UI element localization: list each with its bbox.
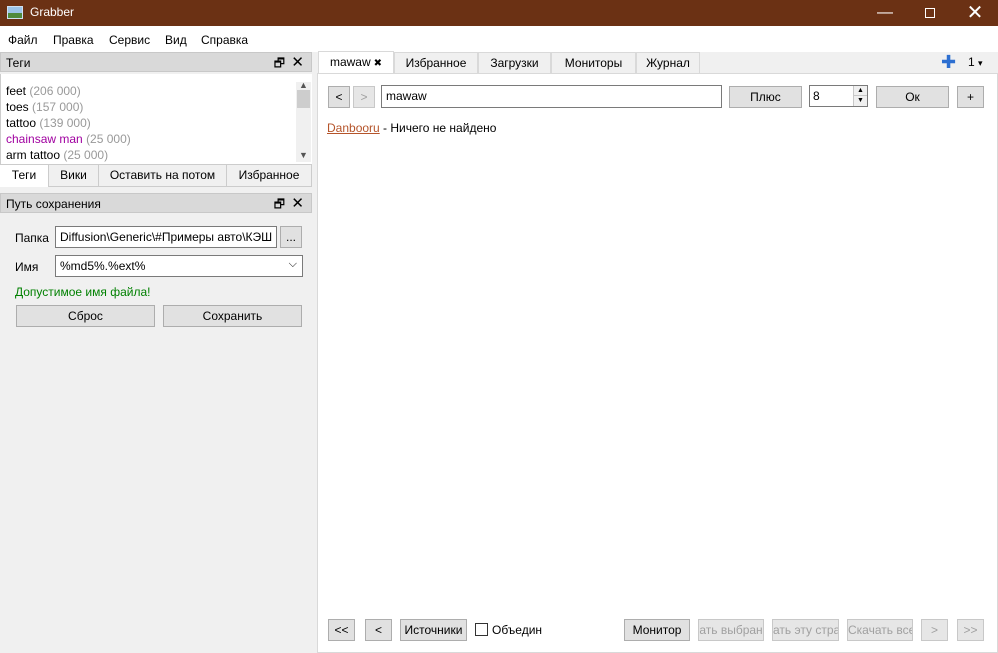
scroll-up-icon[interactable]: ▲ <box>299 80 308 90</box>
browse-button[interactable]: ... <box>280 226 302 248</box>
menu-file[interactable]: Файл <box>8 33 38 47</box>
merge-label: Объедин <box>492 623 543 637</box>
last-page-button[interactable]: >> <box>957 619 984 641</box>
tab-log[interactable]: Журнал <box>636 52 700 74</box>
save-panel-title: Путь сохранения <box>6 197 101 211</box>
plus-button[interactable]: Плюс <box>729 86 802 108</box>
per-page-value: 8 <box>813 89 820 103</box>
tag-item[interactable]: chainsaw man (25 000) <box>6 132 131 146</box>
tab-later[interactable]: Оставить на потом <box>99 165 227 187</box>
menu-help[interactable]: Справка <box>201 33 248 47</box>
window-title: Grabber <box>30 5 75 19</box>
history-forward-button[interactable]: > <box>353 86 375 108</box>
app-icon <box>7 6 23 19</box>
search-results-area <box>317 73 998 653</box>
tag-name[interactable]: chainsaw man <box>6 132 83 146</box>
close-icon[interactable]: ✕ <box>291 53 304 71</box>
title-bar: Grabber — ✕ <box>0 0 998 26</box>
history-back-button[interactable]: < <box>328 86 350 108</box>
tags-panel-header: Теги 🗗 ✕ <box>0 52 312 72</box>
sources-button[interactable]: Источники <box>400 619 467 641</box>
scroll-down-icon[interactable]: ▼ <box>299 150 308 160</box>
tag-name[interactable]: toes <box>6 100 29 114</box>
tag-name[interactable]: tattoo <box>6 116 36 130</box>
name-label: Имя <box>15 260 39 274</box>
tab-downloads[interactable]: Загрузки <box>478 52 551 74</box>
tab-label: mawaw <box>329 55 371 69</box>
float-icon[interactable]: 🗗 <box>274 54 285 75</box>
tab-count: 1 <box>968 55 975 69</box>
menu-tools[interactable]: Сервис <box>109 33 150 47</box>
tab-tags[interactable]: Теги <box>0 165 49 187</box>
tag-count: (25 000) <box>63 148 109 162</box>
download-selected-button[interactable]: ать выбран <box>698 619 764 641</box>
tag-item[interactable]: arm tattoo (25 000) <box>6 148 108 162</box>
tab-favorites-main[interactable]: Избранное <box>394 52 478 74</box>
tag-count: (157 000) <box>32 100 84 114</box>
tag-item[interactable]: feet (206 000) <box>6 84 81 98</box>
add-button[interactable]: + <box>957 86 984 108</box>
first-page-button[interactable]: << <box>328 619 355 641</box>
ok-button[interactable]: Ок <box>876 86 949 108</box>
tag-item[interactable]: toes (157 000) <box>6 100 83 114</box>
reset-button[interactable]: Сброс <box>16 305 155 327</box>
close-button[interactable]: ✕ <box>952 0 998 26</box>
dropdown-arrow-icon: ▾ <box>978 58 983 68</box>
tab-count-dropdown[interactable]: 1 ▾ <box>968 55 983 69</box>
download-all-button[interactable]: Скачать все <box>847 619 913 641</box>
tab-close-icon[interactable]: ✖ <box>374 58 382 69</box>
tag-name[interactable]: feet <box>6 84 26 98</box>
source-link[interactable]: Danbooru <box>327 121 380 135</box>
folder-input[interactable]: Diffusion\Generic\#Примеры авто\КЭШ <box>55 226 277 248</box>
spin-up-icon[interactable]: ▲ <box>854 86 867 96</box>
search-input[interactable]: mawaw <box>381 85 722 108</box>
menu-bar: Файл Правка Сервис Вид Справка <box>0 26 998 52</box>
per-page-spinbox[interactable]: 8 ▲ ▼ <box>809 85 868 107</box>
scroll-thumb[interactable] <box>297 90 310 108</box>
filename-select[interactable]: %md5%.%ext% ⌵ <box>55 255 303 277</box>
maximize-button[interactable] <box>907 0 953 26</box>
maximize-icon <box>925 7 935 18</box>
spin-buttons: ▲ ▼ <box>853 86 867 106</box>
tag-list: feet (206 000) toes (157 000) tattoo (13… <box>0 74 312 164</box>
tab-wiki[interactable]: Вики <box>49 165 99 187</box>
tab-search-mawaw[interactable]: mawaw ✖ <box>318 51 394 73</box>
monitor-button[interactable]: Монитор <box>624 619 690 641</box>
next-page-button[interactable]: > <box>921 619 948 641</box>
result-message: - Ничего не найдено <box>379 121 497 135</box>
tags-panel-title: Теги <box>6 56 31 70</box>
tags-panel-tabs: Теги Вики Оставить на потом Избранное <box>0 164 312 187</box>
add-tab-plus-icon[interactable]: ✚ <box>941 52 956 73</box>
minimize-button[interactable]: — <box>862 0 908 26</box>
tag-item[interactable]: tattoo (139 000) <box>6 116 91 130</box>
spin-down-icon[interactable]: ▼ <box>854 96 867 106</box>
tag-count: (139 000) <box>39 116 91 130</box>
download-page-button[interactable]: ать эту стра <box>772 619 839 641</box>
save-panel-header: Путь сохранения 🗗 ✕ <box>0 193 312 213</box>
filename-value: %md5%.%ext% <box>60 259 146 273</box>
tag-list-scrollbar[interactable]: ▲ ▼ <box>296 80 311 162</box>
prev-page-button[interactable]: < <box>365 619 392 641</box>
folder-label: Папка <box>15 231 49 245</box>
tag-name[interactable]: arm tattoo <box>6 148 60 162</box>
filename-valid-message: Допустимое имя файла! <box>15 285 151 299</box>
float-icon[interactable]: 🗗 <box>274 195 285 216</box>
tab-favorites[interactable]: Избранное <box>227 165 312 187</box>
close-icon[interactable]: ✕ <box>291 194 304 212</box>
merge-checkbox[interactable] <box>475 623 488 636</box>
save-button[interactable]: Сохранить <box>163 305 302 327</box>
menu-view[interactable]: Вид <box>165 33 187 47</box>
tag-count: (25 000) <box>86 132 131 146</box>
menu-edit[interactable]: Правка <box>53 33 94 47</box>
tag-count: (206 000) <box>29 84 81 98</box>
tab-monitors[interactable]: Мониторы <box>551 52 636 74</box>
result-status: Danbooru - Ничего не найдено <box>327 121 496 135</box>
chevron-down-icon[interactable]: ⌵ <box>289 258 297 271</box>
